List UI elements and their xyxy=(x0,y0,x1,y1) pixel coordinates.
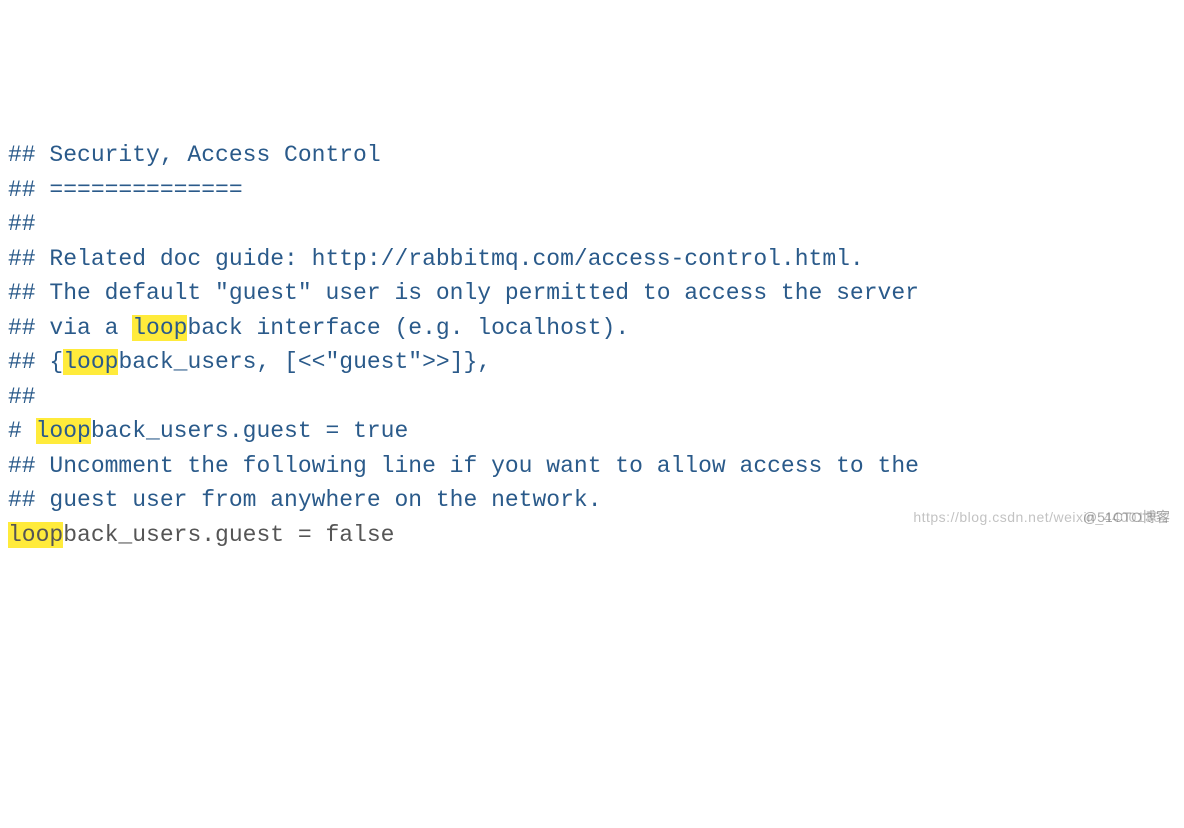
comment-line-10: ## xyxy=(8,380,1176,415)
highlight-loop-2: loop xyxy=(63,349,118,375)
comment-line-8: ## via a loopback interface (e.g. localh… xyxy=(8,311,1176,346)
line15-post: back_users.guest = false xyxy=(63,522,394,548)
line8-pre: ## via a xyxy=(8,315,132,341)
comment-line-13: ## Uncomment the following line if you w… xyxy=(8,449,1176,484)
comment-line-1: ## Security, Access Control xyxy=(8,138,1176,173)
highlight-loop-4: loop xyxy=(8,522,63,548)
comment-line-11: # loopback_users.guest = true xyxy=(8,414,1176,449)
watermark-51cto: @51CTO博客 xyxy=(1083,507,1170,528)
comment-line-7: ## The default "guest" user is only perm… xyxy=(8,276,1176,311)
line9-pre: ## { xyxy=(8,349,63,375)
line9-post: back_users, [<<"guest">>]}, xyxy=(118,349,491,375)
comment-line-3: ## xyxy=(8,207,1176,242)
line8-post: back interface (e.g. localhost). xyxy=(187,315,629,341)
line11-post: back_users.guest = true xyxy=(91,418,408,444)
comment-line-5: ## Related doc guide: http://rabbitmq.co… xyxy=(8,242,1176,277)
highlight-loop-3: loop xyxy=(36,418,91,444)
highlight-loop-1: loop xyxy=(132,315,187,341)
line11-pre: # xyxy=(8,418,36,444)
comment-line-2: ## ============== xyxy=(8,173,1176,208)
comment-line-9: ## {loopback_users, [<<"guest">>]}, xyxy=(8,345,1176,380)
